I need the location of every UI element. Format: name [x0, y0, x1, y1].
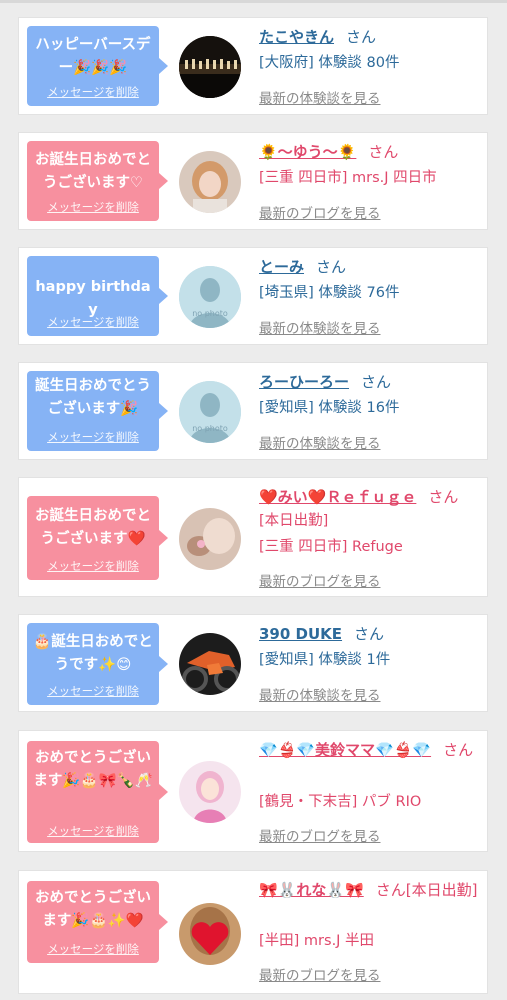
user-name-link[interactable]: ろーひーろー — [259, 373, 349, 391]
card-yuu: お誕生日おめでとうございます♡ メッセージを削除 🌻〜ゆう〜🌻 さん [三重 四日… — [18, 132, 488, 230]
user-name-row: ❤️みい❤️Ｒｅｆｕｇｅ さん — [259, 486, 479, 508]
delete-message-link[interactable]: メッセージを削除 — [27, 84, 159, 100]
delete-message-link[interactable]: メッセージを削除 — [27, 683, 159, 699]
status-working-today: [本日出勤] — [405, 881, 478, 899]
avatar[interactable] — [179, 36, 241, 98]
message-text: ハッピーバースデー🎉🎉🎉 — [35, 37, 151, 76]
message-bubble: 誕生日おめでとうございます🎉 メッセージを削除 — [27, 371, 168, 451]
card-rena: おめでとうございます🎉🎂✨❤️ メッセージを削除 🎀🐰れな🐰🎀 さん[本日出勤] … — [18, 870, 488, 994]
user-name-link[interactable]: たこやきん — [259, 28, 334, 46]
no-photo-icon — [179, 266, 241, 328]
avatar[interactable] — [179, 151, 241, 213]
latest-blog-link[interactable]: 最新のブログを見る — [259, 570, 381, 590]
latest-blog-link[interactable]: 最新のブログを見る — [259, 964, 381, 984]
no-photo-label: no photo — [192, 424, 228, 433]
user-info: [半田] mrs.J 半田 — [259, 933, 375, 949]
user-info: [三重 四日市] mrs.J 四日市 — [259, 170, 437, 186]
message-bubble: お誕生日おめでとうございます❤️ メッセージを削除 — [27, 496, 168, 580]
user-name-link[interactable]: 390 DUKE — [259, 625, 342, 643]
user-name-link[interactable]: 💎👙💎美鈴ママ💎👙💎 — [259, 741, 431, 759]
card-390-duke: 🎂誕生日おめでとうです✨😊 メッセージを削除 390 DUKE さん [愛知県] … — [18, 614, 488, 712]
user-info: [鶴見・下末吉] パブ RIO — [259, 794, 422, 810]
latest-reviews-link[interactable]: 最新の体験談を見る — [259, 87, 381, 107]
delete-message-link[interactable]: メッセージを削除 — [27, 823, 159, 839]
message-bubble: おめでとうございます🎉🎂✨❤️ メッセージを削除 — [27, 881, 168, 963]
status-working-today: [本日出勤] — [259, 513, 329, 529]
user-name-row: 🎀🐰れな🐰🎀 さん[本日出勤] — [259, 879, 479, 901]
user-name-link[interactable]: ❤️みい❤️Ｒｅｆｕｇｅ — [259, 488, 416, 506]
delete-message-link[interactable]: メッセージを削除 — [27, 558, 159, 574]
user-name-row: 💎👙💎美鈴ママ💎👙💎 さん — [259, 739, 479, 761]
message-bubble: お誕生日おめでとうございます♡ メッセージを削除 — [27, 141, 168, 221]
user-info: [愛知県] 体験談 1件 — [259, 652, 391, 668]
message-text: お誕生日おめでとうございます❤️ — [35, 508, 151, 547]
card-misuzu-mama: おめでとうございます🎉🎂🎀🍾🥂 メッセージを削除 💎👙💎美鈴ママ💎👙💎 さん [鶴… — [18, 730, 488, 852]
delete-message-link[interactable]: メッセージを削除 — [27, 941, 159, 957]
latest-reviews-link[interactable]: 最新の体験談を見る — [259, 684, 381, 704]
avatar[interactable]: no photo — [179, 266, 241, 328]
latest-blog-link[interactable]: 最新のブログを見る — [259, 202, 381, 222]
girl-pink-photo-icon — [179, 761, 241, 823]
user-name-row: 🌻〜ゆう〜🌻 さん — [259, 141, 479, 163]
delete-message-link[interactable]: メッセージを削除 — [27, 429, 159, 445]
honorific: さん — [361, 373, 392, 391]
message-text: おめでとうございます🎉🎂✨❤️ — [35, 890, 151, 929]
honorific: さん — [316, 258, 347, 276]
user-name-row: 390 DUKE さん — [259, 623, 479, 645]
latest-reviews-link[interactable]: 最新の体験談を見る — [259, 317, 381, 337]
message-bubble: 🎂誕生日おめでとうです✨😊 メッセージを削除 — [27, 623, 168, 705]
no-photo-label: no photo — [192, 309, 228, 318]
latest-reviews-link[interactable]: 最新の体験談を見る — [259, 432, 381, 452]
message-bubble: おめでとうございます🎉🎂🎀🍾🥂 メッセージを削除 — [27, 741, 168, 843]
user-info: [埼玉県] 体験談 76件 — [259, 285, 400, 301]
user-name-link[interactable]: 🌻〜ゆう〜🌻 — [259, 143, 356, 161]
user-name-link[interactable]: 🎀🐰れな🐰🎀 — [259, 881, 364, 899]
avatar[interactable] — [179, 633, 241, 695]
card-toomi: happy birthday メッセージを削除 no photo とーみ さん [… — [18, 247, 488, 345]
message-text: 🎂誕生日おめでとうです✨😊 — [33, 634, 153, 673]
message-text: おめでとうございます🎉🎂🎀🍾🥂 — [33, 750, 153, 789]
stage-photo-icon — [179, 36, 241, 98]
honorific: さん — [428, 488, 459, 506]
avatar[interactable]: no photo — [179, 381, 241, 443]
avatar[interactable] — [179, 508, 241, 570]
honorific: さん — [443, 741, 474, 759]
user-name-row: とーみ さん — [259, 256, 479, 278]
user-name-link[interactable]: とーみ — [259, 258, 304, 276]
message-bubble: ハッピーバースデー🎉🎉🎉 メッセージを削除 — [27, 26, 168, 106]
motorbike-photo-icon — [179, 633, 241, 695]
honorific: さん — [346, 28, 377, 46]
card-roohiiroo: 誕生日おめでとうございます🎉 メッセージを削除 no photo ろーひーろーさ… — [18, 362, 488, 460]
top-divider — [0, 0, 507, 3]
user-info: [大阪府] 体験談 80件 — [259, 55, 400, 71]
honorific: さん — [354, 625, 385, 643]
heart-photo-icon — [179, 903, 241, 965]
latest-blog-link[interactable]: 最新のブログを見る — [259, 825, 381, 845]
card-tacoyakin: ハッピーバースデー🎉🎉🎉 メッセージを削除 たこやきん さん [大阪府] 体験談 … — [18, 17, 488, 115]
avatar[interactable] — [179, 761, 241, 823]
delete-message-link[interactable]: メッセージを削除 — [27, 314, 159, 330]
honorific: さん — [375, 881, 406, 899]
user-name-row: ろーひーろー さん — [259, 371, 479, 393]
user-name-row: たこやきん さん — [259, 26, 479, 48]
message-text: 誕生日おめでとうございます🎉 — [35, 378, 151, 417]
avatar[interactable] — [179, 903, 241, 965]
user-info: [三重 四日市] Refuge — [259, 539, 403, 555]
delete-message-link[interactable]: メッセージを削除 — [27, 199, 159, 215]
user-info: [愛知県] 体験談 16件 — [259, 400, 400, 416]
girl-photo-icon — [179, 508, 241, 570]
message-text: お誕生日おめでとうございます♡ — [35, 152, 151, 191]
message-bubble: happy birthday メッセージを削除 — [27, 256, 168, 336]
no-photo-icon — [179, 381, 241, 443]
girl-photo-icon — [179, 151, 241, 213]
honorific: さん — [368, 143, 399, 161]
card-mii-refuge: お誕生日おめでとうございます❤️ メッセージを削除 ❤️みい❤️Ｒｅｆｕｇｅ さん… — [18, 477, 488, 597]
